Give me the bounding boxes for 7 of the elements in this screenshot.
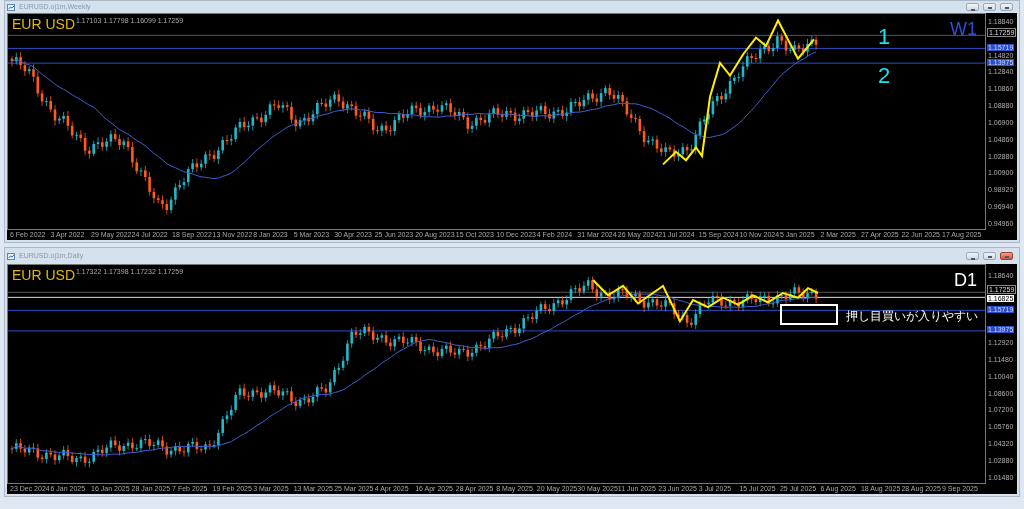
level-number: 1 (878, 26, 891, 49)
symbol-label: EUR USD (12, 268, 75, 282)
level-number: 2 (878, 65, 891, 88)
annotation-text: 押し目買いが入りやすい (846, 309, 978, 324)
symbol-label: EUR USD (12, 17, 75, 31)
timeframe-label: D1 (954, 271, 977, 289)
timeframe-label: W1 (950, 20, 977, 38)
